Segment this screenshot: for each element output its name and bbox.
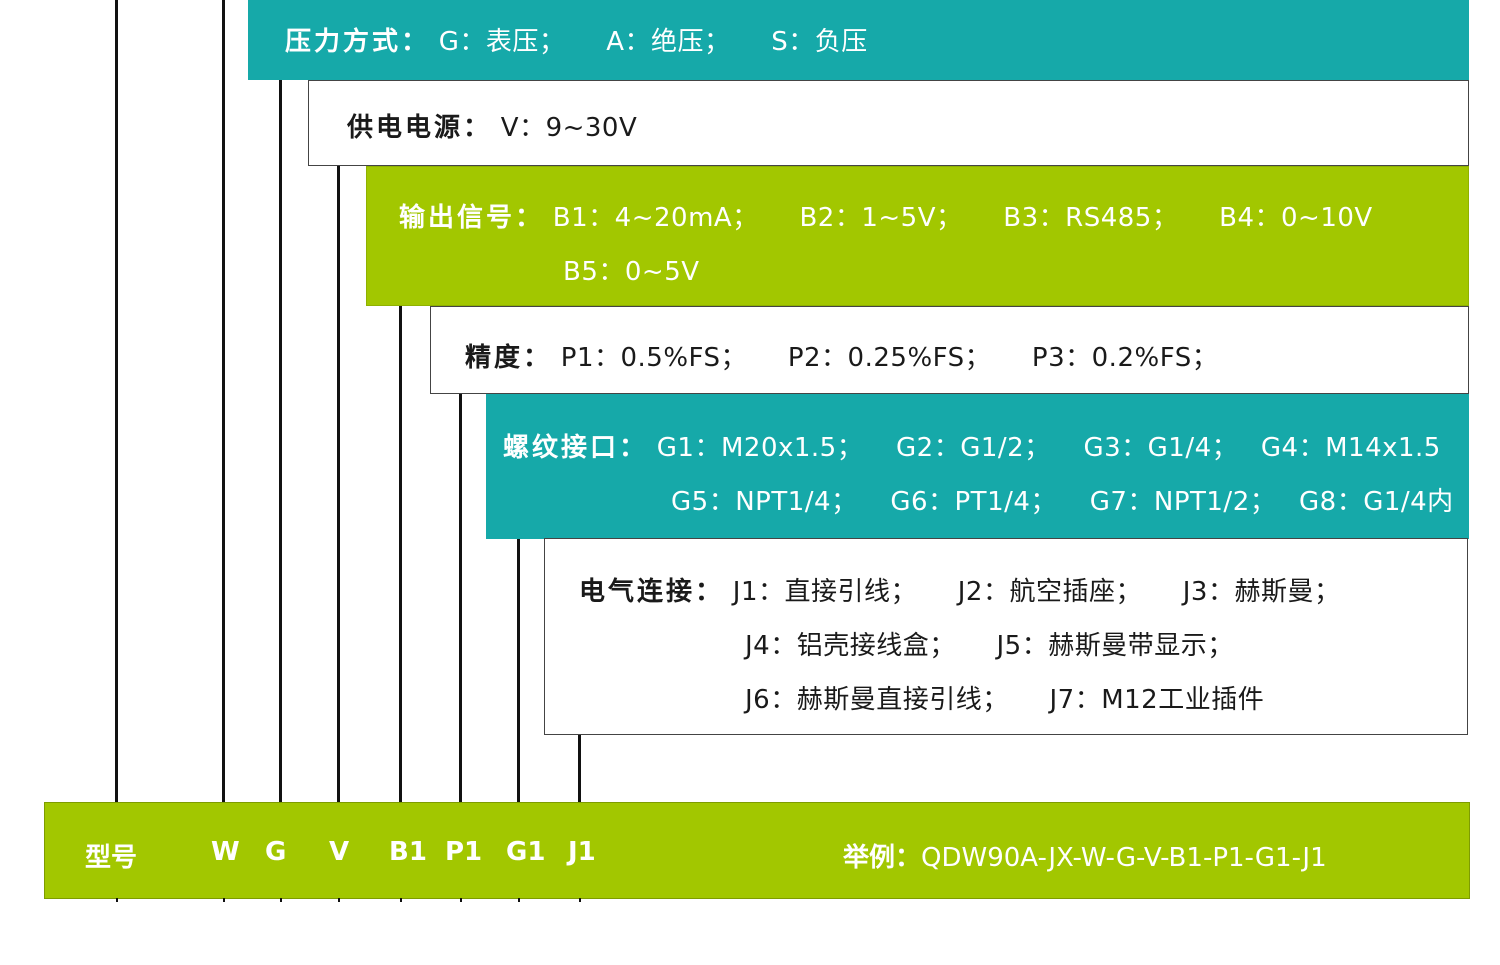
pressure-mode-box: 压力方式： G：表压； A：绝压； S：负压	[248, 0, 1469, 80]
example-label: 举例：	[843, 843, 922, 873]
code-w: W	[211, 837, 240, 867]
electrical-connection-option: J6：赫斯曼直接引线；	[745, 685, 1009, 715]
tick-mark	[116, 898, 118, 902]
thread-interface-option: G6：PT1/4；	[890, 487, 1057, 517]
code-g: G	[265, 837, 287, 867]
example-value: QDW90A-JX-W-G-V-B1-P1-G1-J1	[921, 843, 1327, 873]
accuracy-label: 精度：	[465, 343, 553, 373]
output-signal-label: 输出信号：	[399, 203, 545, 233]
pressure-mode-option: G：表压；	[438, 27, 566, 57]
connector-line-p1	[459, 393, 462, 802]
pressure-mode-option: A：绝压；	[606, 27, 731, 57]
tick-mark	[338, 898, 340, 902]
output-signal-option: B3：RS485；	[1003, 203, 1179, 233]
thread-interface-option: G2：G1/2；	[896, 433, 1051, 463]
thread-interface-option: G8：G1/4内	[1299, 487, 1454, 517]
electrical-connection-option: J5：赫斯曼带显示；	[996, 631, 1234, 661]
pressure-mode-label: 压力方式：	[285, 27, 431, 57]
electrical-connection-option: J1：直接引线；	[732, 577, 917, 607]
connector-line-g1	[517, 538, 520, 802]
code-b1: B1	[389, 837, 427, 867]
electrical-connection-option: J3：赫斯曼；	[1182, 577, 1341, 607]
example: 举例：QDW90A-JX-W-G-V-B1-P1-G1-J1	[843, 837, 1327, 874]
power-supply-box: 供电电源： V：9~30V	[308, 80, 1469, 166]
power-supply-label: 供电电源：	[347, 113, 493, 143]
power-supply-option: V：9~30V	[500, 113, 638, 143]
electrical-connection-box: 电气连接： J1：直接引线； J2：航空插座； J3：赫斯曼； J4：铝壳接线盒…	[544, 538, 1468, 735]
code-p1: P1	[445, 837, 483, 867]
thread-interface-label: 螺纹接口：	[503, 433, 649, 463]
output-signal-option: B2：1~5V；	[799, 203, 963, 233]
tick-mark	[579, 898, 581, 902]
output-signal-option: B1：4~20mA；	[552, 203, 759, 233]
output-signal-option: B4：0~10V	[1219, 203, 1373, 233]
accuracy-option: P3：0.2%FS；	[1031, 343, 1219, 373]
model-code-bar: 型号 W G V B1 P1 G1 J1 举例：QDW90A-JX-W-G-V-…	[44, 802, 1470, 899]
pressure-mode-option: S：负压	[771, 27, 868, 57]
electrical-connection-option: J4：铝壳接线盒；	[745, 631, 956, 661]
tick-mark	[460, 898, 462, 902]
connector-line-j1	[578, 734, 581, 802]
thread-interface-option: G3：G1/4；	[1083, 433, 1239, 463]
accuracy-option: P2：0.25%FS；	[787, 343, 992, 373]
thread-interface-box: 螺纹接口： G1：M20x1.5； G2：G1/2； G3：G1/4； G4：M…	[486, 394, 1469, 539]
tick-mark	[400, 898, 402, 902]
model-label: 型号	[85, 843, 138, 873]
thread-interface-option: G7：NPT1/2；	[1089, 487, 1277, 517]
thread-interface-option: G5：NPT1/4；	[671, 487, 858, 517]
connector-line-w	[222, 0, 225, 802]
connector-line-b1	[399, 306, 402, 802]
electrical-connection-label: 电气连接：	[579, 577, 725, 607]
electrical-connection-option: J2：航空插座；	[957, 577, 1142, 607]
tick-mark	[223, 898, 225, 902]
connector-line-model	[115, 0, 118, 802]
tick-mark	[280, 898, 282, 902]
code-j1: J1	[568, 837, 596, 867]
tick-mark	[518, 898, 520, 902]
output-signal-option: B5：0~5V	[563, 257, 700, 287]
electrical-connection-option: J7：M12工业插件	[1049, 685, 1265, 715]
code-g1: G1	[506, 837, 546, 867]
connector-line-v	[337, 166, 340, 802]
accuracy-option: P1：0.5%FS；	[560, 343, 748, 373]
accuracy-box: 精度： P1：0.5%FS； P2：0.25%FS； P3：0.2%FS；	[430, 306, 1469, 394]
code-v: V	[329, 837, 350, 867]
output-signal-box: 输出信号： B1：4~20mA； B2：1~5V； B3：RS485； B4：0…	[366, 166, 1469, 306]
thread-interface-option: G1：M20x1.5；	[656, 433, 864, 463]
connector-line-g	[279, 80, 282, 802]
thread-interface-option: G4：M14x1.5	[1260, 433, 1441, 463]
